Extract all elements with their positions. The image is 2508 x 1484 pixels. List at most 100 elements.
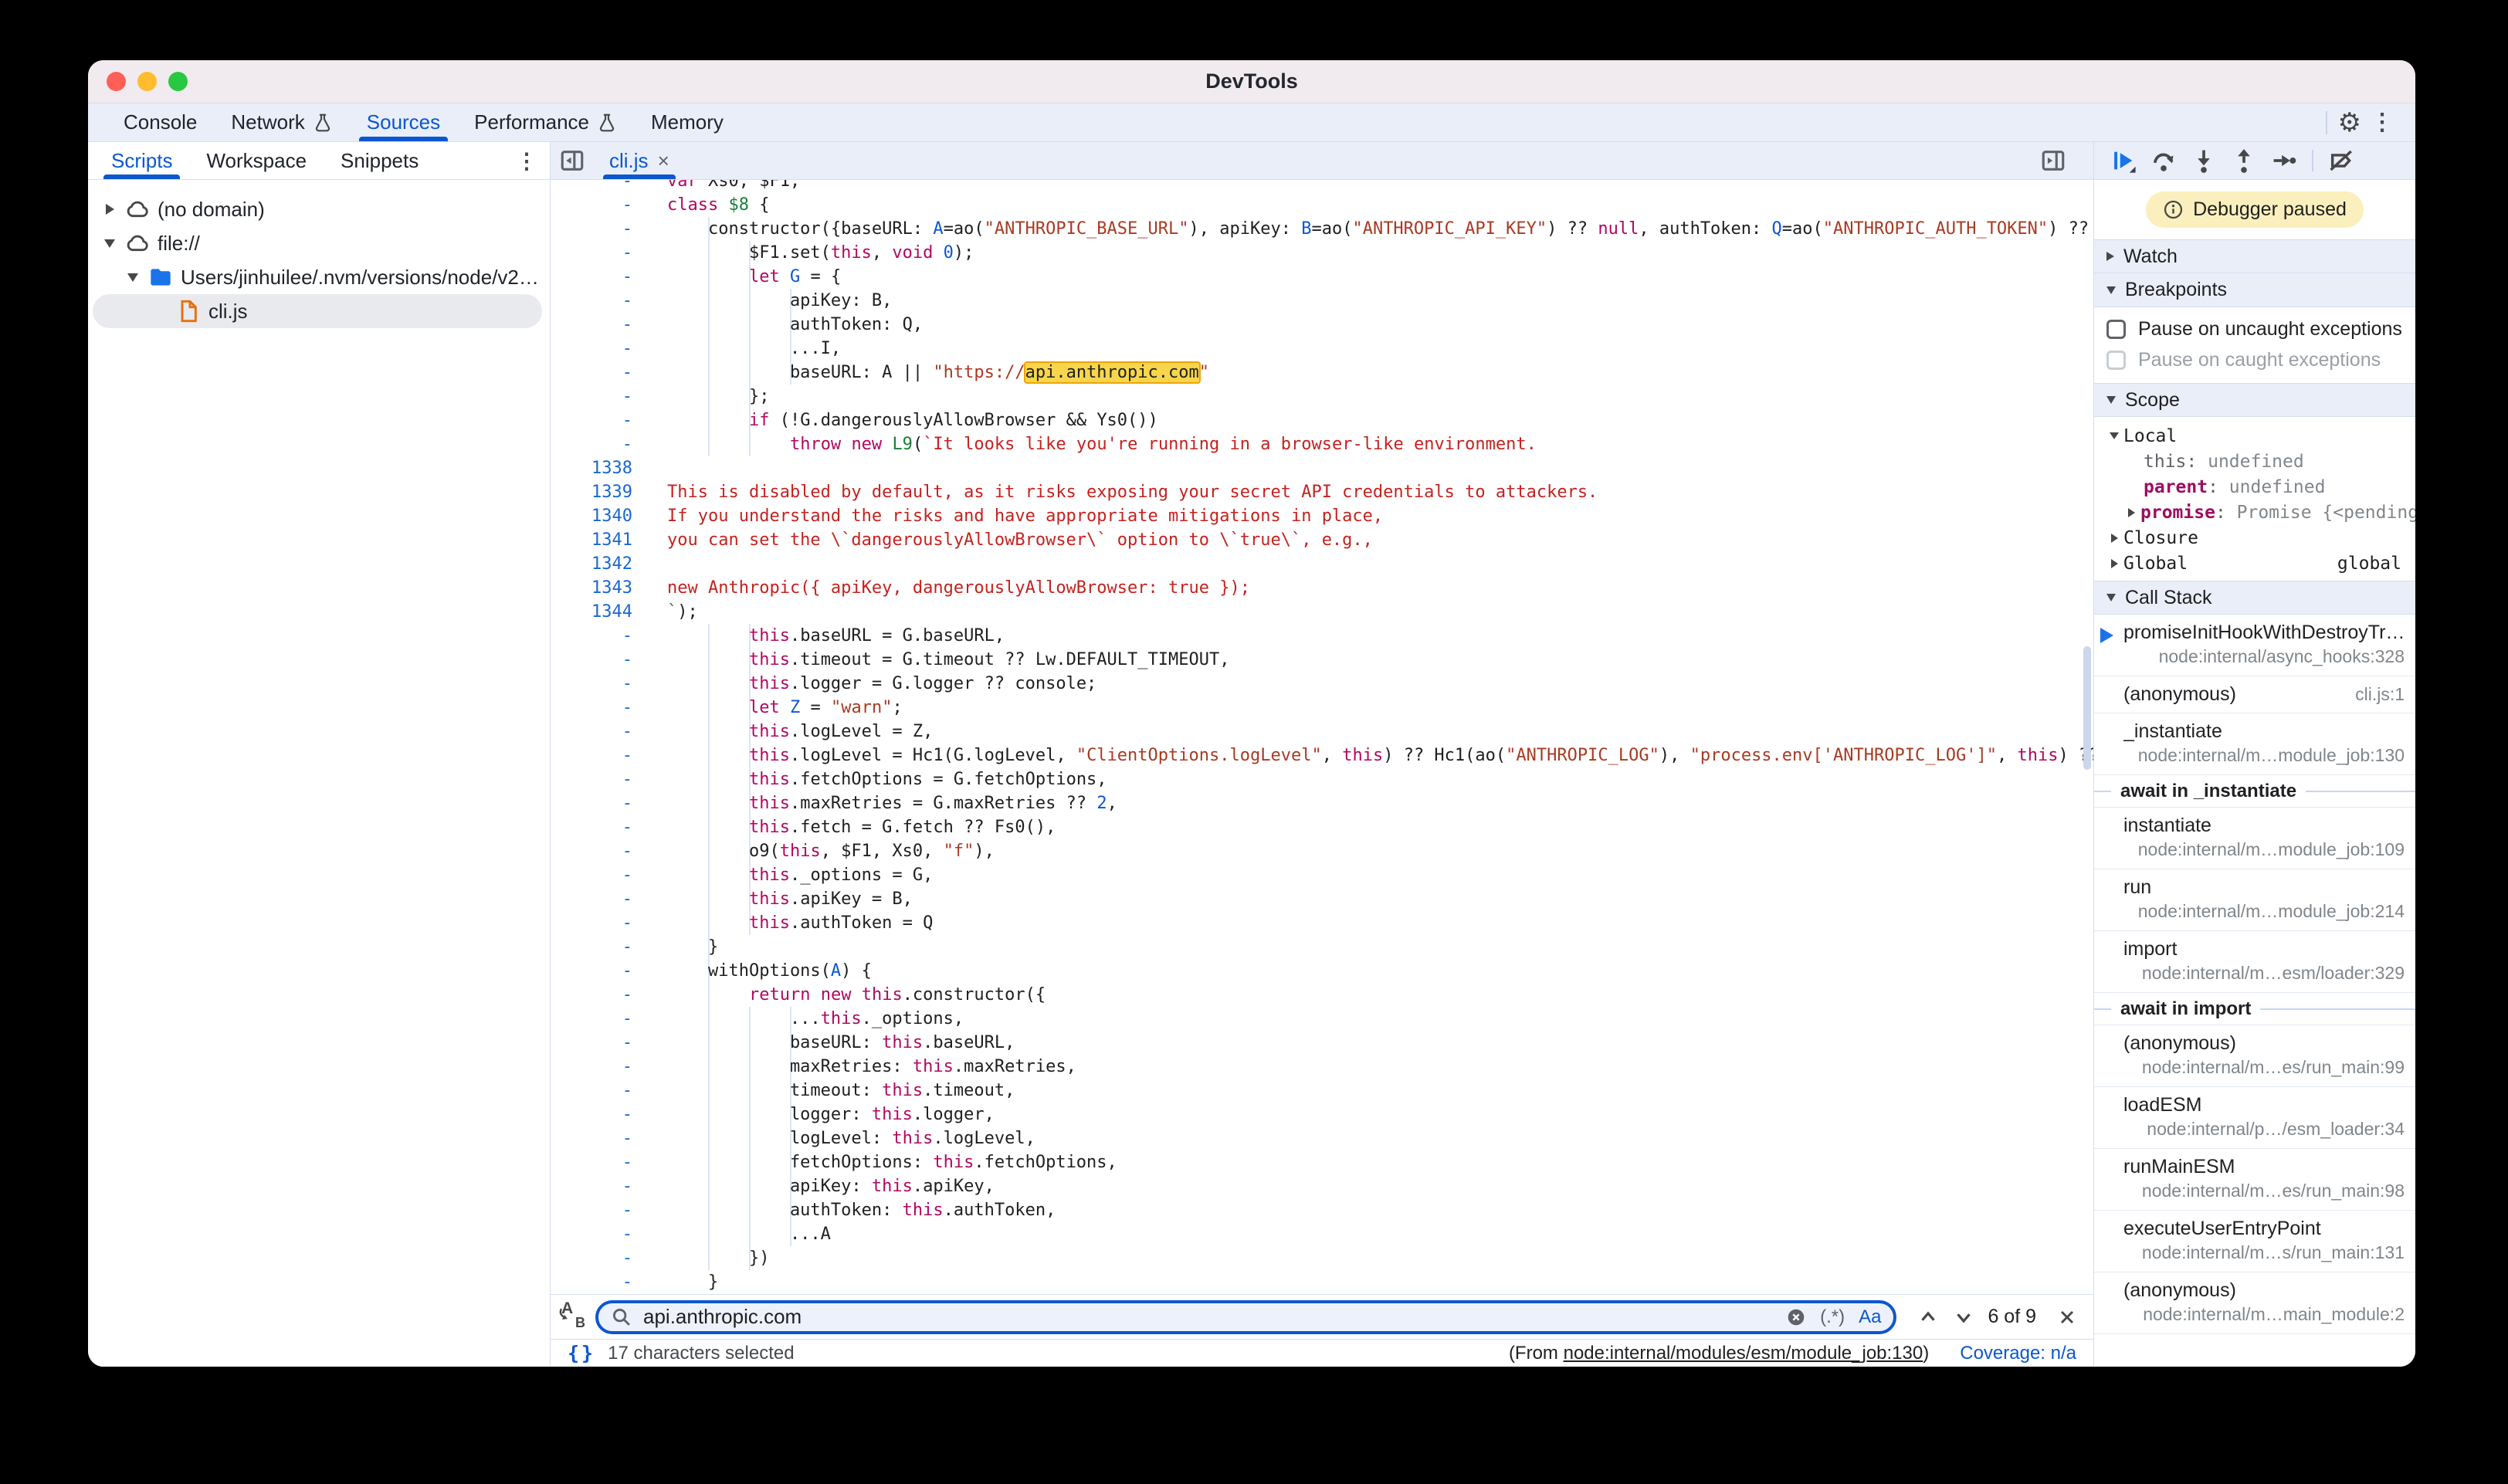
line-gutter[interactable]: - [551,791,648,815]
line-gutter[interactable]: - [551,241,648,265]
code-line[interactable]: - if (!G.dangerouslyAllowBrowser && Ys0(… [551,408,2093,432]
code-line[interactable]: - logLevel: this.logLevel, [551,1127,2093,1150]
line-gutter[interactable]: 1343 [551,576,648,600]
line-gutter[interactable]: - [551,648,648,672]
tab-network[interactable]: Network [214,103,349,141]
chevron-down-icon[interactable] [99,239,120,248]
tab-performance[interactable]: Performance [457,103,634,141]
tree-item-users-jinhuilee-nvm-versions-node-v2-[interactable]: Users/jinhuilee/.nvm/versions/node/v2… [88,260,550,294]
line-gutter[interactable]: - [551,624,648,648]
code-line[interactable]: 1341you can set the \`dangerouslyAllowBr… [551,528,2093,552]
previous-match-button[interactable] [1910,1299,1946,1335]
navigator-tab-scripts[interactable]: Scripts [94,142,189,179]
code-line[interactable]: - this.authToken = Q [551,911,2093,935]
line-gutter[interactable]: - [551,1198,648,1222]
section-watch[interactable]: Watch [2094,239,2415,273]
code-editor[interactable]: -var Xs0, $F1;-class $8 {- constructor({… [551,180,2093,1294]
code-line[interactable]: - withOptions(A) { [551,959,2093,983]
scope-group-closure[interactable]: Closure [2094,525,2415,551]
code-line[interactable]: -class $8 { [551,193,2093,217]
step-over-button[interactable] [2145,144,2182,177]
step-into-button[interactable] [2185,144,2222,177]
code-line[interactable]: - throw new L9(`It looks like you're run… [551,432,2093,456]
code-line[interactable]: - apiKey: this.apiKey, [551,1174,2093,1198]
line-gutter[interactable]: - [551,863,648,887]
code-line[interactable]: - ...this._options, [551,1007,2093,1031]
line-gutter[interactable]: - [551,289,648,313]
chevron-down-icon[interactable] [2105,432,2123,439]
resume-script-button[interactable] [2105,144,2142,177]
breakpoint-option[interactable]: Pause on caught exceptions [2094,344,2415,375]
code-line[interactable]: - } [551,935,2093,959]
scope-group-global[interactable]: Globalglobal [2094,551,2415,576]
chevron-right-icon[interactable] [2105,559,2123,568]
chevron-right-icon[interactable] [99,204,120,215]
breakpoint-option[interactable]: Pause on uncaught exceptions [2094,313,2415,344]
code-line[interactable]: 1343new Anthropic({ apiKey, dangerouslyA… [551,576,2093,600]
editor-scrollbar[interactable] [2083,183,2092,1291]
call-stack-frame[interactable]: promiseInitHookWithDestroyTr…node:intern… [2094,615,2415,676]
next-match-button[interactable] [1946,1299,1981,1335]
line-gutter[interactable]: - [551,217,648,241]
line-gutter[interactable]: - [551,983,648,1007]
more-options-icon[interactable]: ⋮ [2361,109,2403,136]
code-line[interactable]: -var Xs0, $F1; [551,180,2093,193]
step-out-button[interactable] [2225,144,2262,177]
line-gutter[interactable]: - [551,1007,648,1031]
scope-group-local[interactable]: Local [2094,423,2415,449]
code-line[interactable]: - timeout: this.timeout, [551,1079,2093,1103]
code-line[interactable]: - this.maxRetries = G.maxRetries ?? 2, [551,791,2093,815]
line-gutter[interactable]: - [551,696,648,720]
section-scope[interactable]: Scope [2094,383,2415,417]
call-stack-frame[interactable]: runMainESMnode:internal/m…es/run_main:98 [2094,1149,2415,1211]
code-line[interactable]: - authToken: Q, [551,313,2093,337]
tree-item-cli-js[interactable]: cli.js [93,294,542,328]
code-line[interactable]: 1339This is disabled by default, as it r… [551,480,2093,504]
line-gutter[interactable]: 1342 [551,552,648,576]
chevron-right-icon[interactable] [2122,508,2140,517]
line-gutter[interactable]: - [551,959,648,983]
line-gutter[interactable]: - [551,1079,648,1103]
line-gutter[interactable]: 1341 [551,528,648,552]
tree-item-file-[interactable]: file:// [88,226,550,260]
editor-tab-clijs[interactable]: cli.js × [594,142,685,179]
code-line[interactable]: - this.logLevel = Hc1(G.logLevel, "Clien… [551,744,2093,767]
chevron-down-icon[interactable] [122,273,144,282]
line-gutter[interactable]: - [551,180,648,193]
line-gutter[interactable]: - [551,1031,648,1055]
scope-property-promise[interactable]: promise: Promise {<pending>} [2094,500,2415,525]
line-gutter[interactable]: - [551,1270,648,1294]
line-gutter[interactable]: - [551,911,648,935]
call-stack-frame[interactable]: (anonymous)node:internal/m…es/run_main:9… [2094,1025,2415,1087]
replace-toggle-icon[interactable]: A B [551,1299,595,1335]
call-stack-frame[interactable]: (anonymous)cli.js:1 [2094,676,2415,713]
clear-search-icon[interactable] [1786,1307,1806,1327]
call-stack-frame[interactable]: executeUserEntryPointnode:internal/m…s/r… [2094,1211,2415,1272]
line-gutter[interactable]: 1340 [551,504,648,528]
line-gutter[interactable]: - [551,744,648,767]
code-line[interactable]: - this.logLevel = Z, [551,720,2093,744]
search-input[interactable]: api.anthropic.com (.*) Aa [595,1300,1896,1334]
code-line[interactable]: - apiKey: B, [551,289,2093,313]
code-line[interactable]: - return new this.constructor({ [551,983,2093,1007]
line-gutter[interactable]: - [551,1103,648,1127]
code-line[interactable]: - $F1.set(this, void 0); [551,241,2093,265]
line-gutter[interactable]: - [551,432,648,456]
scope-property-parent[interactable]: parent: undefined [2094,474,2415,500]
code-line[interactable]: - }; [551,385,2093,408]
line-gutter[interactable]: - [551,337,648,361]
navigator-more-icon[interactable]: ⋮ [516,148,537,174]
call-stack-frame[interactable]: loadESMnode:internal/p…/esm_loader:34 [2094,1087,2415,1149]
code-line[interactable]: - authToken: this.authToken, [551,1198,2093,1222]
line-gutter[interactable]: - [551,265,648,289]
section-breakpoints[interactable]: Breakpoints [2094,273,2415,307]
code-line[interactable]: - let Z = "warn"; [551,696,2093,720]
search-query-text[interactable]: api.anthropic.com [643,1305,802,1329]
call-stack-frame[interactable]: _instantiatenode:internal/m…module_job:1… [2094,713,2415,775]
code-line[interactable]: - this.fetchOptions = G.fetchOptions, [551,767,2093,791]
chevron-right-icon[interactable] [2105,534,2123,543]
code-line[interactable]: - this.apiKey = B, [551,887,2093,911]
scrollbar-thumb[interactable] [2083,646,2091,770]
call-stack-frame[interactable]: (anonymous)node:internal/m…main_module:2 [2094,1272,2415,1334]
line-gutter[interactable]: - [551,815,648,839]
